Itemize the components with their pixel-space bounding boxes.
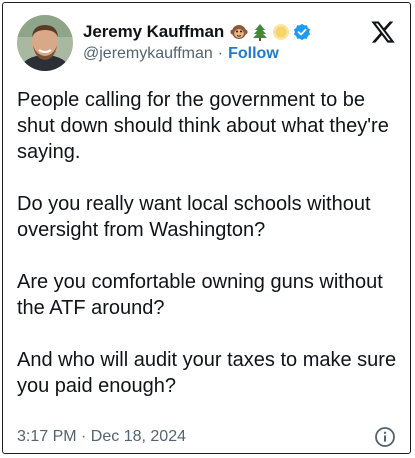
author-name-row: Jeremy Kauffman — [83, 20, 311, 44]
x-logo-icon[interactable] — [370, 19, 396, 45]
tweet-paragraph: Do you really want local schools without… — [17, 193, 371, 241]
tweet-paragraph: People calling for the government to be … — [17, 89, 389, 163]
author-handle[interactable]: @jeremykauffman — [83, 45, 213, 63]
tweet-timestamp[interactable]: 3:17 PM · Dec 18, 2024 — [17, 428, 186, 446]
author-handle-row: @jeremykauffman · Follow — [83, 45, 279, 63]
follow-button[interactable]: Follow — [228, 45, 279, 63]
tweet-body: People calling for the government to be … — [17, 87, 399, 399]
info-icon[interactable] — [374, 426, 396, 448]
author-display-name[interactable]: Jeremy Kauffman — [83, 22, 224, 42]
avatar[interactable] — [17, 15, 73, 71]
tweet-paragraph: Are you comfortable owning guns without … — [17, 271, 383, 319]
separator-dot: · — [217, 45, 224, 62]
evergreen-tree-icon — [251, 23, 269, 41]
verified-badge-icon[interactable] — [293, 23, 311, 41]
tweet-card: Jeremy Kauffman @jeremykauffman · Follow… — [2, 2, 411, 454]
tweet-paragraph: And who will audit your taxes to make su… — [17, 349, 397, 397]
sun-icon — [272, 23, 290, 41]
monkey-face-icon — [230, 23, 248, 41]
